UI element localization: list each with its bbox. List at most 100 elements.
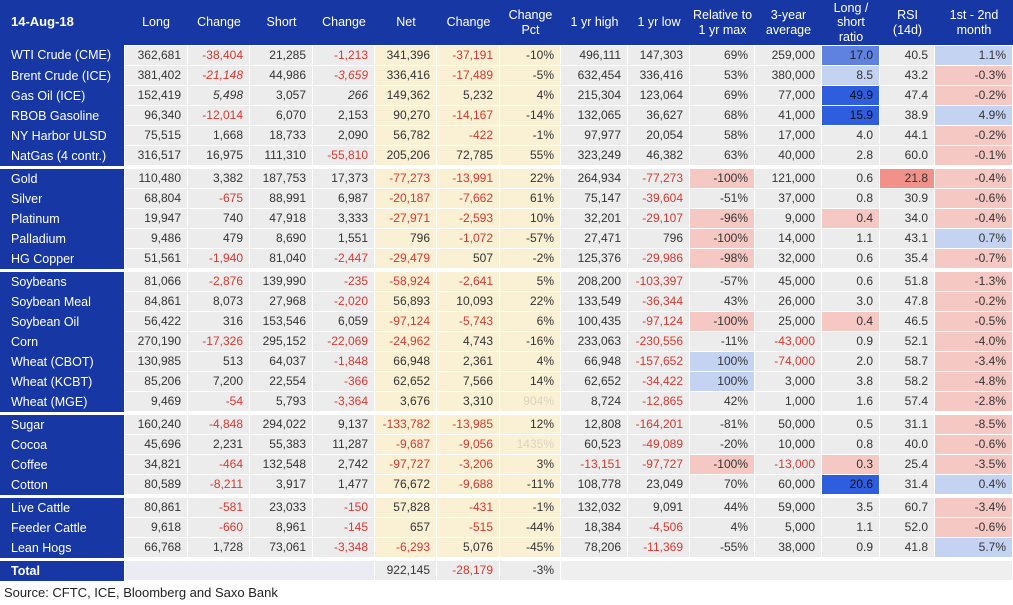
cell: 270,190 xyxy=(124,332,188,353)
cell: 0.9 xyxy=(822,332,880,353)
cell: -1% xyxy=(500,495,561,519)
cell: 15.9 xyxy=(822,106,880,127)
cell: 0.8 xyxy=(822,435,880,456)
cell: 8,724 xyxy=(561,392,628,413)
cell: 56,893 xyxy=(375,292,437,313)
cell: -12,865 xyxy=(628,392,690,413)
cell: 796 xyxy=(375,229,437,250)
cell: 4% xyxy=(500,86,561,107)
cell: 8,961 xyxy=(250,518,313,539)
cell: 8,690 xyxy=(250,229,313,250)
cell: -100% xyxy=(690,166,755,190)
cell: 9,618 xyxy=(124,518,188,539)
cell: 9,486 xyxy=(124,229,188,250)
cell: -29,479 xyxy=(375,249,437,270)
cell: 1,668 xyxy=(188,126,250,147)
cell: 904% xyxy=(500,392,561,413)
cell: 380,000 xyxy=(755,66,822,87)
cell: 10,093 xyxy=(437,292,500,313)
table-row: Gold 110,480 3,382 187,753 17,373 -77,273 -13,… xyxy=(0,166,1013,190)
cell: 17,000 xyxy=(755,126,822,147)
cell: -2,593 xyxy=(437,209,500,230)
cell: 4% xyxy=(500,352,561,373)
table-row: Silver 68,804 -675 88,991 6,987 -20,187 -7,662… xyxy=(0,189,1013,210)
cell: -97,727 xyxy=(375,455,437,476)
cell: 9,000 xyxy=(755,209,822,230)
cell: 37,000 xyxy=(755,189,822,210)
cell: 40.0 xyxy=(880,435,935,456)
cell: 111,310 xyxy=(250,146,313,167)
cell: 0.6 xyxy=(822,269,880,293)
cell: 2,361 xyxy=(437,352,500,373)
cell: -54 xyxy=(188,392,250,413)
cell: 1,728 xyxy=(188,538,250,559)
column-header: Change xyxy=(188,0,250,46)
cell: 68% xyxy=(690,106,755,127)
cell: 58.7 xyxy=(880,352,935,373)
cell: 3.8 xyxy=(822,372,880,393)
cell: -4.0% xyxy=(935,332,1013,353)
cell: 160,240 xyxy=(124,412,188,436)
cell: 316 xyxy=(188,312,250,333)
cell: -0.3% xyxy=(935,66,1013,87)
cell: 295,152 xyxy=(250,332,313,353)
cell: 44.1 xyxy=(880,126,935,147)
cell: 22% xyxy=(500,166,561,190)
cell: 27,968 xyxy=(250,292,313,313)
cell: 46.5 xyxy=(880,312,935,333)
cell: 3,333 xyxy=(313,209,375,230)
cell: -7,662 xyxy=(437,189,500,210)
cell: -3.4% xyxy=(935,495,1013,519)
cell: 3.5 xyxy=(822,495,880,519)
column-header: Relative to 1 yr max xyxy=(690,0,755,46)
cell: 132,065 xyxy=(561,106,628,127)
cell: -4,506 xyxy=(628,518,690,539)
cell: -6,293 xyxy=(375,538,437,559)
cell: 62,652 xyxy=(561,372,628,393)
cell: 47.4 xyxy=(880,86,935,107)
table-row: Live Cattle 80,861 -581 23,033 -150 57,828 -43… xyxy=(0,495,1013,519)
cell: 42% xyxy=(690,392,755,413)
cell: 208,200 xyxy=(561,269,628,293)
cell: -39,604 xyxy=(628,189,690,210)
cell: 336,416 xyxy=(628,66,690,87)
cell: 187,753 xyxy=(250,166,313,190)
total-empty-right xyxy=(561,558,1013,582)
cell: 1.1 xyxy=(822,229,880,250)
cell: -2,447 xyxy=(313,249,375,270)
table-row: NY Harbor ULSD 75,515 1,668 18,733 2,090 56,7… xyxy=(0,126,1013,147)
cell: -0.6% xyxy=(935,518,1013,539)
cell: 62,652 xyxy=(375,372,437,393)
cell: 922,145 xyxy=(375,558,437,582)
total-row: Total 922,145 -28,179 -3% xyxy=(0,558,1013,582)
cell: 0.4% xyxy=(935,475,1013,496)
column-header: 1st - 2nd month xyxy=(935,0,1013,46)
cell: 147,303 xyxy=(628,45,690,67)
cell: 132,548 xyxy=(250,455,313,476)
cell: -28,179 xyxy=(437,558,500,582)
cell: 60,000 xyxy=(755,475,822,496)
cell: 8,073 xyxy=(188,292,250,313)
cell: 12,808 xyxy=(561,412,628,436)
cell: 66,948 xyxy=(375,352,437,373)
cell: -5% xyxy=(500,66,561,87)
cell: -57% xyxy=(690,269,755,293)
cell: 32,000 xyxy=(755,249,822,270)
column-header: Change xyxy=(437,0,500,46)
cell: -103,397 xyxy=(628,269,690,293)
row-label: NY Harbor ULSD xyxy=(0,126,124,147)
table-row: Platinum 19,947 740 47,918 3,333 -27,971 -2,59… xyxy=(0,209,1013,230)
cell: -2,876 xyxy=(188,269,250,293)
cell: -11% xyxy=(500,475,561,496)
cell: -45% xyxy=(500,538,561,559)
cell: 1,477 xyxy=(313,475,375,496)
cell: -49,089 xyxy=(628,435,690,456)
cell: 75,147 xyxy=(561,189,628,210)
cell: 40.5 xyxy=(880,45,935,67)
cell: 9,091 xyxy=(628,495,690,519)
row-label: Live Cattle xyxy=(0,495,124,519)
cell: 479 xyxy=(188,229,250,250)
cell: 0.9 xyxy=(822,538,880,559)
cell: -0.4% xyxy=(935,209,1013,230)
cell: 110,480 xyxy=(124,166,188,190)
